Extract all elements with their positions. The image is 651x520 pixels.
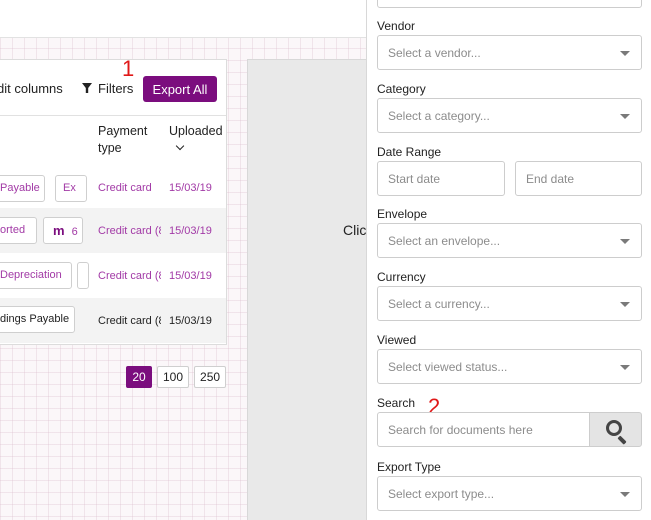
uploaded-label: Uploaded — [169, 124, 223, 138]
annotation-marker-1: 1 — [122, 56, 135, 81]
uploaded-date-cell: 15/03/19 — [169, 315, 212, 327]
top-strip — [0, 0, 366, 38]
table-toolbar: dit columns Filters Export All — [0, 60, 226, 116]
tag-chip[interactable]: Payable — [0, 175, 45, 202]
table-row[interactable]: dings Payable Credit card (8 15/03/19 — [0, 298, 226, 343]
filters-button[interactable]: Filters — [82, 79, 133, 97]
envelope-label: Envelope — [377, 207, 428, 221]
tag-chip[interactable]: dings Payable — [0, 306, 75, 333]
table-row[interactable]: Depreciation Credit card (8 15/03/19 — [0, 253, 226, 298]
chevron-down-icon — [175, 141, 185, 151]
payment-type-cell: Credit card — [98, 182, 152, 194]
export-all-button[interactable]: Export All — [143, 76, 217, 102]
uploaded-date-cell: 15/03/19 — [169, 225, 212, 237]
search-input[interactable]: Search for documents here — [377, 412, 590, 447]
payment-type-cell: Credit card (8 — [98, 270, 161, 282]
search-placeholder: Search for documents here — [388, 422, 533, 437]
page-size-20[interactable]: 20 — [126, 366, 152, 388]
viewed-placeholder: Select viewed status... — [388, 359, 508, 374]
currency-placeholder: Select a currency... — [388, 296, 490, 311]
search-button[interactable] — [589, 412, 642, 447]
filters-label: Filters — [98, 80, 134, 96]
start-date-input[interactable]: Start date — [377, 161, 505, 196]
uploaded-date-cell: 15/03/19 — [169, 182, 212, 194]
currency-label: Currency — [377, 270, 426, 284]
export-type-label: Export Type — [377, 460, 441, 474]
end-date-placeholder: End date — [526, 171, 575, 186]
caret-down-icon — [620, 114, 630, 119]
uploaded-date-cell: 15/03/19 — [169, 270, 212, 282]
table-row[interactable]: orted m 6 Credit card (8 15/03/19 — [0, 208, 226, 253]
caret-down-icon — [620, 51, 630, 56]
caret-down-icon — [620, 302, 630, 307]
tag-chip[interactable]: Ex — [55, 175, 87, 202]
vendor-label: Vendor — [377, 19, 416, 33]
category-select[interactable]: Select a category... — [377, 98, 642, 133]
filter-panel: Vendor Select a vendor... Category Selec… — [366, 0, 651, 520]
envelope-select[interactable]: Select an envelope... — [377, 223, 642, 258]
tag-chip-text: 6 — [71, 226, 78, 238]
viewed-label: Viewed — [377, 333, 417, 347]
vendor-placeholder: Select a vendor... — [388, 45, 481, 60]
page-size-250[interactable]: 250 — [194, 366, 227, 388]
category-placeholder: Select a category... — [388, 108, 490, 123]
category-label: Category — [377, 82, 426, 96]
envelope-placeholder: Select an envelope... — [388, 233, 501, 248]
start-date-placeholder: Start date — [388, 171, 441, 186]
page-size-100[interactable]: 100 — [157, 366, 190, 388]
preview-click-text: Clic — [343, 222, 366, 238]
documents-table: dit columns Filters Export All Payment t… — [0, 59, 227, 345]
table-row[interactable]: Payable Ex Credit card 15/03/19 — [0, 163, 226, 208]
tag-chip[interactable]: Depreciation — [0, 262, 72, 289]
vendor-select[interactable]: Select a vendor... — [377, 35, 642, 70]
payment-type-cell: Credit card (8 — [98, 225, 161, 237]
payment-type-line1: Payment — [98, 124, 148, 138]
pagination: 20 100 250 — [126, 366, 227, 388]
caret-down-icon — [620, 239, 630, 244]
tag-chip[interactable] — [77, 262, 89, 289]
column-header-uploaded[interactable]: Uploaded — [169, 123, 223, 157]
background-page: dit columns Filters Export All Payment t… — [0, 0, 366, 520]
export-type-placeholder: Select export type... — [388, 486, 495, 501]
end-date-input[interactable]: End date — [515, 161, 642, 196]
caret-down-icon — [620, 492, 630, 497]
tag-chip[interactable]: orted — [0, 217, 37, 244]
column-header-payment-type[interactable]: Payment type — [98, 123, 147, 157]
currency-select[interactable]: Select a currency... — [377, 286, 642, 321]
previous-filter-select[interactable] — [377, 0, 642, 8]
viewed-select[interactable]: Select viewed status... — [377, 349, 642, 384]
edit-columns-button[interactable]: dit columns — [0, 81, 63, 96]
export-type-select[interactable]: Select export type... — [377, 476, 642, 511]
tag-chip[interactable]: m 6 — [43, 217, 83, 244]
caret-down-icon — [620, 365, 630, 370]
document-preview-panel[interactable]: Clic — [247, 59, 366, 520]
search-label: Search — [377, 396, 416, 410]
filter-icon — [82, 83, 92, 93]
m-logo-icon: m — [53, 223, 65, 238]
payment-type-cell: Credit card (8 — [98, 315, 161, 327]
payment-type-line2: type — [98, 141, 122, 155]
date-range-label: Date Range — [377, 145, 442, 159]
